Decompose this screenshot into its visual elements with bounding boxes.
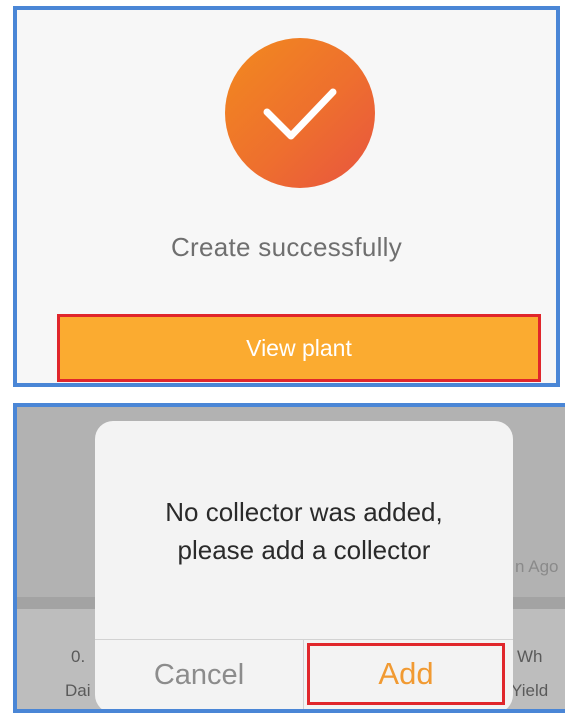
dialog-message-line2: please add a collector xyxy=(177,535,431,565)
collector-dialog-panel: n Ago 0. Dai Wh Yield No collector was a… xyxy=(13,403,565,713)
dialog-button-separator xyxy=(303,639,304,709)
dialog-message-line1: No collector was added, xyxy=(165,497,443,527)
success-message: Create successfully xyxy=(170,232,403,262)
background-unit-text: Wh xyxy=(517,647,543,666)
add-button[interactable]: Add xyxy=(307,643,505,705)
no-collector-dialog: No collector was added, please add a col… xyxy=(95,421,513,709)
checkmark-icon xyxy=(225,38,375,188)
background-daily-value: 0. xyxy=(71,647,86,666)
view-plant-button[interactable]: View plant xyxy=(57,314,541,382)
dialog-message: No collector was added, please add a col… xyxy=(95,493,513,569)
background-time-text: n Ago xyxy=(515,557,559,576)
background-yield-label: Yield xyxy=(511,681,549,700)
create-success-panel: Create successfully View plant xyxy=(13,6,560,387)
cancel-button[interactable]: Cancel xyxy=(95,640,303,709)
background-daily-label: Dai xyxy=(65,681,91,700)
